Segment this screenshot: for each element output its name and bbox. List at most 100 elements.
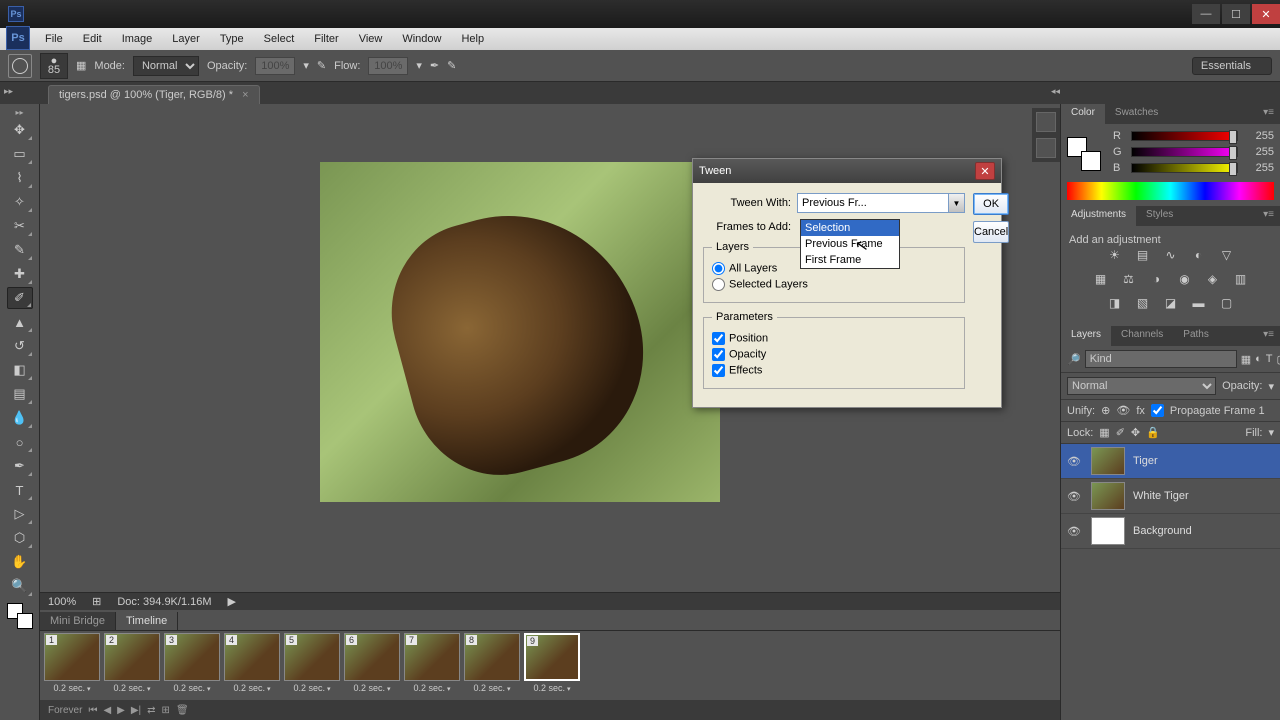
spectrum-bar[interactable]: [1067, 182, 1274, 200]
tab-timeline[interactable]: Timeline: [116, 612, 178, 630]
dodge-tool[interactable]: ○: [7, 431, 33, 453]
all-layers-radio[interactable]: [712, 262, 725, 275]
layer-row[interactable]: 👁 Tiger: [1061, 444, 1280, 479]
effects-check-label[interactable]: Effects: [712, 364, 956, 377]
timeline-frame[interactable]: 80.2 sec.: [464, 633, 520, 698]
marquee-tool[interactable]: ▭: [7, 143, 33, 165]
menu-file[interactable]: File: [35, 30, 73, 48]
channel-mixer-icon[interactable]: ◈: [1204, 270, 1222, 288]
shape-tool[interactable]: ⬡: [7, 527, 33, 549]
layer-row[interactable]: 👁White Tiger: [1061, 479, 1280, 514]
first-frame-button[interactable]: ⏮: [88, 705, 97, 716]
bw-icon[interactable]: ◑: [1148, 270, 1166, 288]
filter-shape-icon[interactable]: ▢: [1277, 350, 1280, 368]
eyedropper-tool[interactable]: ✎: [7, 239, 33, 261]
brush-panel-icon[interactable]: ▦: [76, 59, 86, 72]
threshold-icon[interactable]: ◪: [1162, 294, 1180, 312]
tab-swatches[interactable]: Swatches: [1105, 104, 1168, 124]
filter-pixel-icon[interactable]: ▦: [1241, 350, 1251, 368]
delete-frame-button[interactable]: 🗑: [176, 705, 189, 716]
layer-row[interactable]: 👁Background: [1061, 514, 1280, 549]
crop-tool[interactable]: ✂: [7, 215, 33, 237]
menu-select[interactable]: Select: [254, 30, 305, 48]
zoom-tool[interactable]: 🔍: [7, 575, 33, 597]
selected-layers-radio[interactable]: [712, 278, 725, 291]
adj-panel-menu-icon[interactable]: ▾≡: [1257, 206, 1280, 226]
brightness-icon[interactable]: ☀: [1106, 246, 1124, 264]
r-value[interactable]: 255: [1244, 130, 1274, 142]
blur-tool[interactable]: 💧: [7, 407, 33, 429]
visibility-icon[interactable]: 👁: [1067, 455, 1083, 468]
photo-filter-icon[interactable]: ◉: [1176, 270, 1194, 288]
next-frame-button[interactable]: ▶|: [131, 705, 141, 716]
menu-help[interactable]: Help: [451, 30, 494, 48]
selective-color-icon[interactable]: ▢: [1218, 294, 1236, 312]
timeline-frame[interactable]: 70.2 sec.: [404, 633, 460, 698]
timeline-frame[interactable]: 40.2 sec.: [224, 633, 280, 698]
opacity-checkbox[interactable]: [712, 348, 725, 361]
dropdown-option-previous-frame[interactable]: Previous Frame: [801, 236, 899, 252]
workspace-switcher[interactable]: Essentials: [1192, 57, 1272, 75]
ok-button[interactable]: OK: [973, 193, 1009, 215]
blend-mode-select[interactable]: Normal: [133, 56, 199, 76]
filter-search-icon[interactable]: 🔎: [1067, 350, 1081, 368]
b-value[interactable]: 255: [1244, 162, 1274, 174]
layer-name[interactable]: Tiger: [1133, 455, 1158, 467]
color-swatches[interactable]: [7, 603, 33, 629]
gradient-map-icon[interactable]: ▬: [1190, 294, 1208, 312]
pressure-opacity-icon[interactable]: ✎: [317, 59, 326, 72]
play-button[interactable]: ▶: [117, 705, 125, 716]
maximize-button[interactable]: ☐: [1222, 4, 1250, 24]
layer-thumbnail[interactable]: [1091, 447, 1125, 475]
menu-type[interactable]: Type: [210, 30, 254, 48]
posterize-icon[interactable]: ▧: [1134, 294, 1152, 312]
invert-icon[interactable]: ◨: [1106, 294, 1124, 312]
lock-pixel-icon[interactable]: ✐: [1116, 426, 1125, 439]
curves-icon[interactable]: ∿: [1162, 246, 1180, 264]
tab-mini-bridge[interactable]: Mini Bridge: [40, 612, 116, 630]
flow-dropdown-icon[interactable]: ▾: [416, 59, 422, 72]
dropdown-option-selection[interactable]: Selection: [801, 220, 899, 236]
lock-pos-icon[interactable]: ✥: [1131, 426, 1140, 439]
propagate-checkbox[interactable]: [1151, 404, 1164, 417]
levels-icon[interactable]: ▤: [1134, 246, 1152, 264]
healing-tool[interactable]: ✚: [7, 263, 33, 285]
timeline-frame[interactable]: 30.2 sec.: [164, 633, 220, 698]
position-checkbox[interactable]: [712, 332, 725, 345]
timeline-frame[interactable]: 90.2 sec.: [524, 633, 580, 698]
b-slider[interactable]: [1131, 163, 1238, 173]
timeline-frame[interactable]: 10.2 sec.: [44, 633, 100, 698]
hand-tool[interactable]: ✋: [7, 551, 33, 573]
visibility-icon[interactable]: 👁: [1067, 490, 1083, 503]
brush-size-picker[interactable]: ●85: [40, 53, 68, 79]
fill-dropdown-icon[interactable]: ▾: [1268, 426, 1274, 439]
brush-tool-icon[interactable]: [8, 54, 32, 78]
color-balance-icon[interactable]: ⚖: [1120, 270, 1138, 288]
lock-trans-icon[interactable]: ▦: [1099, 426, 1109, 439]
unify-pos-icon[interactable]: ⊕: [1101, 404, 1110, 417]
airbrush-icon[interactable]: ✒: [430, 59, 439, 72]
tween-with-dropdown-button[interactable]: ▼: [949, 193, 965, 213]
tab-layers[interactable]: Layers: [1061, 326, 1111, 346]
pen-tool[interactable]: ✒: [7, 455, 33, 477]
effects-checkbox[interactable]: [712, 364, 725, 377]
quick-select-tool[interactable]: ✧: [7, 191, 33, 213]
flow-field[interactable]: 100%: [368, 57, 408, 75]
opacity-dropdown-icon[interactable]: ▾: [303, 59, 309, 72]
history-brush-tool[interactable]: ↺: [7, 335, 33, 357]
lookup-icon[interactable]: ▥: [1232, 270, 1250, 288]
r-slider[interactable]: [1131, 131, 1238, 141]
tween-button[interactable]: ⇄: [147, 705, 155, 716]
g-value[interactable]: 255: [1244, 146, 1274, 158]
opacity-check-label[interactable]: Opacity: [712, 348, 956, 361]
tab-styles[interactable]: Styles: [1136, 206, 1183, 226]
brush-tool[interactable]: ✐: [7, 287, 33, 309]
properties-dock-icon[interactable]: [1036, 138, 1056, 158]
gradient-tool[interactable]: ▤: [7, 383, 33, 405]
menu-view[interactable]: View: [349, 30, 393, 48]
eraser-tool[interactable]: ◧: [7, 359, 33, 381]
path-select-tool[interactable]: ▷: [7, 503, 33, 525]
menu-edit[interactable]: Edit: [73, 30, 112, 48]
visibility-icon[interactable]: 👁: [1067, 525, 1083, 538]
duplicate-frame-button[interactable]: ⊞: [162, 705, 170, 716]
